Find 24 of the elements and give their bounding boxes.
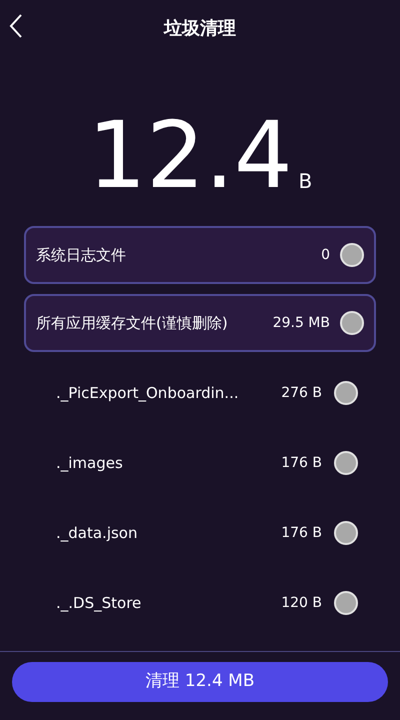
category-card[interactable]: 系统日志文件 0 [24, 226, 376, 284]
file-name: ._images [56, 452, 123, 474]
radio-button[interactable] [334, 451, 358, 475]
file-size: 176 B [281, 454, 322, 472]
category-size: 29.5 MB [272, 314, 330, 332]
category-label: 所有应用缓存文件(谨慎删除) [36, 312, 228, 334]
file-name: ._PicExport_Onboardin... [56, 382, 239, 404]
radio-button[interactable] [334, 521, 358, 545]
category-card[interactable]: 所有应用缓存文件(谨慎删除) 29.5 MB [24, 294, 376, 352]
total-size-unit: B [298, 168, 312, 195]
category-label: 系统日志文件 [36, 244, 126, 266]
file-size: 276 B [281, 384, 322, 402]
radio-button[interactable] [334, 591, 358, 615]
file-name: ._data.json [56, 522, 138, 544]
category-size: 0 [321, 246, 330, 264]
radio-button[interactable] [334, 381, 358, 405]
screen-title: 垃圾清理 [164, 16, 236, 40]
file-size: 176 B [281, 524, 322, 542]
file-name: ._.DS_Store [56, 592, 142, 614]
clean-button[interactable]: 清理 12.4 MB [12, 662, 388, 702]
radio-button[interactable] [340, 311, 364, 335]
radio-button[interactable] [340, 243, 364, 267]
total-size-value: 12.4 [88, 110, 293, 202]
file-size: 120 B [281, 594, 322, 612]
